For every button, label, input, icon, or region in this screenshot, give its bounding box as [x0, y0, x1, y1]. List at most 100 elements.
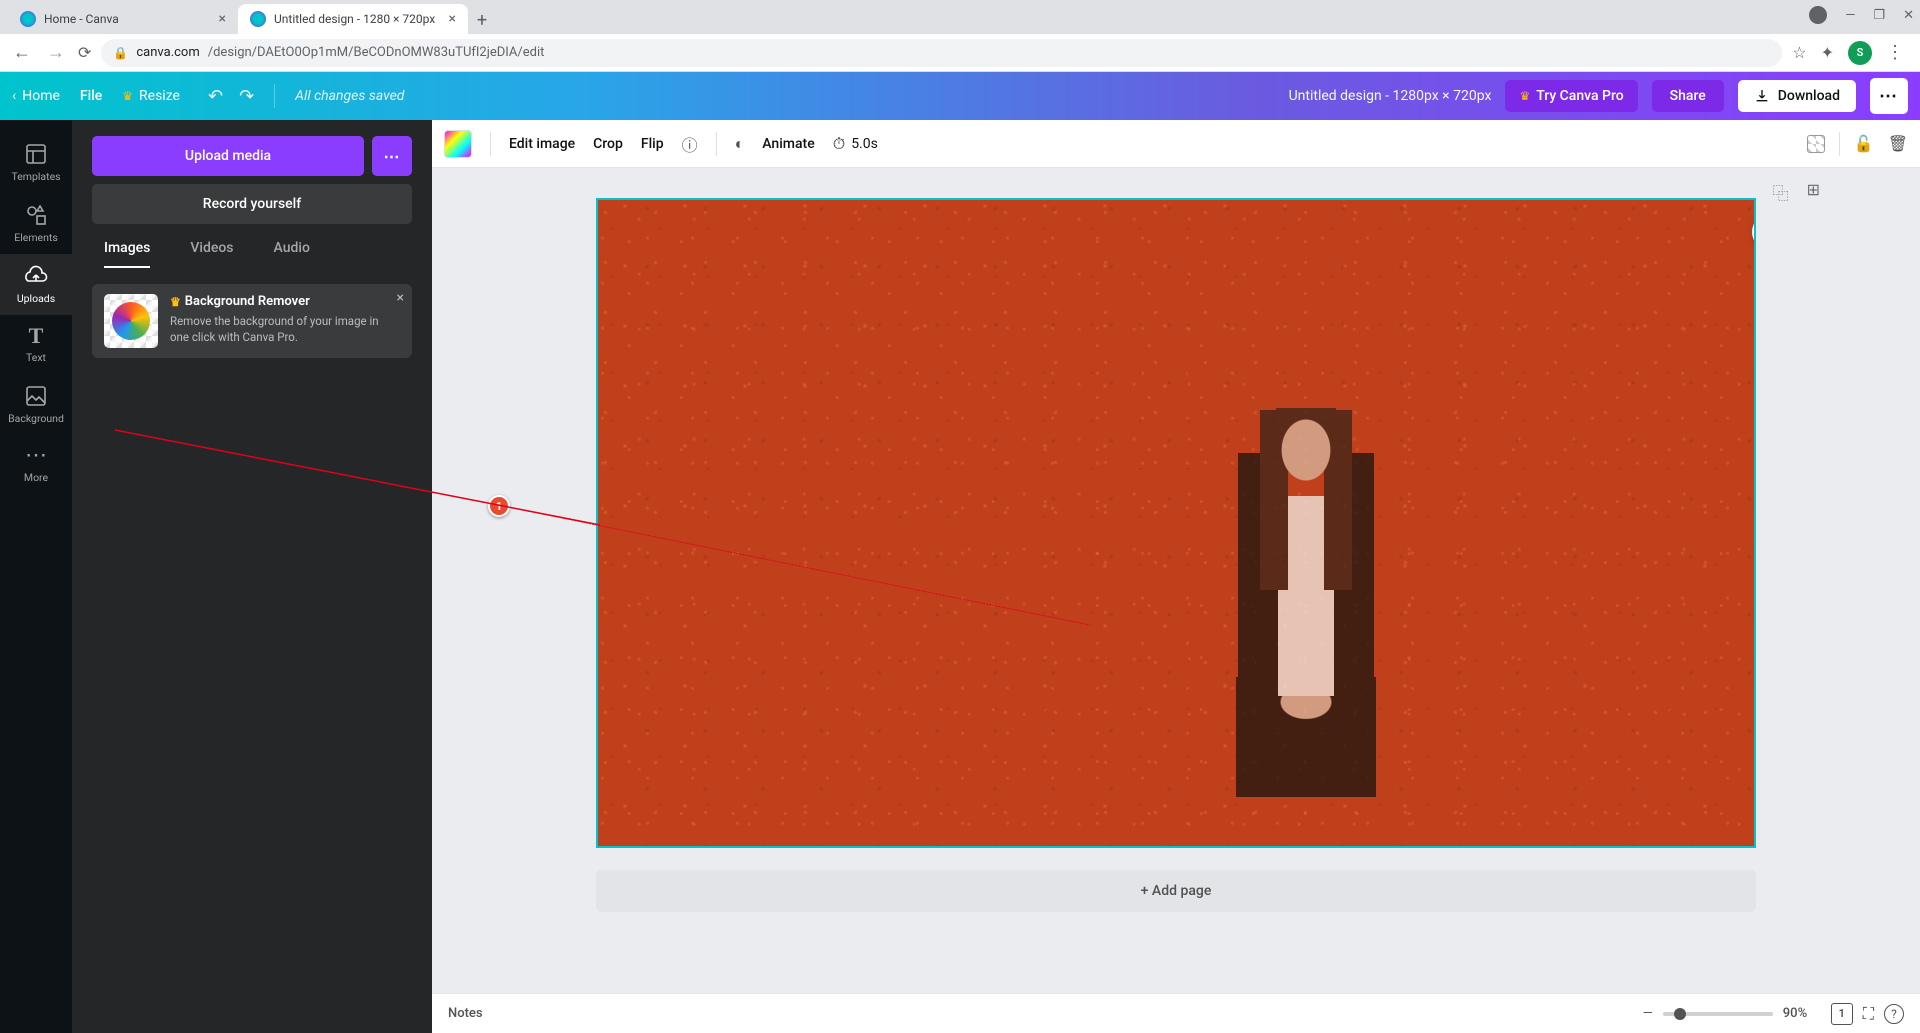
rail-background[interactable]: Background: [0, 374, 72, 435]
divider: [1839, 132, 1840, 156]
more-icon: ⋯: [25, 445, 47, 467]
zoom-value[interactable]: 90%: [1783, 1006, 1821, 1021]
browser-tab-home[interactable]: Home - Canva ×: [8, 4, 238, 34]
rail-label: More: [24, 471, 48, 484]
url-input[interactable]: 🔒 canva.com/design/DAEtO0Op1mM/BeCODnOMW…: [101, 39, 1782, 67]
rail-label: Templates: [11, 170, 60, 183]
color-picker[interactable]: [444, 130, 472, 158]
crown-icon: ♛: [170, 295, 181, 309]
add-page-button[interactable]: + Add page: [596, 870, 1756, 912]
browser-menu-icon[interactable]: ⋮: [1886, 42, 1904, 63]
crown-icon: ♛: [1519, 89, 1530, 103]
resize-button[interactable]: ♛ Resize: [122, 88, 180, 104]
rail-templates[interactable]: Templates: [0, 132, 72, 193]
info-icon[interactable]: ⓘ: [682, 132, 698, 156]
lock-icon: 🔒: [113, 46, 128, 60]
crop-button[interactable]: Crop: [593, 136, 623, 152]
back-icon[interactable]: ←: [10, 42, 34, 63]
tab-images[interactable]: Images: [104, 240, 150, 268]
try-canva-pro-button[interactable]: ♛ Try Canva Pro: [1505, 80, 1637, 112]
text-icon: T: [29, 325, 44, 347]
background-remover-promo[interactable]: ♛ Background Remover Remove the backgrou…: [92, 284, 412, 358]
animate-button[interactable]: Animate: [762, 136, 814, 152]
browser-tab-strip: Home - Canva × Untitled design - 1280 × …: [0, 0, 1920, 34]
duplicate-page-icon[interactable]: ⿻: [1773, 180, 1789, 204]
trash-icon[interactable]: 🗑: [1888, 134, 1908, 153]
share-button[interactable]: Share: [1652, 80, 1724, 112]
templates-icon: [24, 142, 48, 166]
promo-thumbnail: [104, 294, 158, 348]
tab-videos[interactable]: Videos: [190, 240, 233, 268]
zoom-thumb[interactable]: [1674, 1008, 1686, 1020]
incognito-icon: [1809, 6, 1827, 24]
help-icon[interactable]: ?: [1884, 1004, 1904, 1024]
promo-title-text: Background Remover: [185, 294, 310, 309]
new-tab-button[interactable]: +: [468, 6, 496, 34]
download-button[interactable]: Download: [1738, 80, 1856, 112]
canvas-area: Edit image Crop Flip ⓘ ◐ Animate ⏱ 5.0s …: [432, 120, 1920, 1033]
upload-media-button[interactable]: Upload media: [92, 136, 364, 176]
rail-uploads[interactable]: Uploads: [0, 254, 72, 315]
undo-icon[interactable]: ↶: [208, 86, 223, 107]
close-icon[interactable]: ×: [397, 290, 404, 306]
reload-icon[interactable]: ⟳: [78, 43, 91, 62]
divider: [716, 132, 717, 156]
home-link[interactable]: ‹ Home: [12, 88, 60, 104]
save-status: All changes saved: [295, 88, 404, 104]
rail-elements[interactable]: Elements: [0, 193, 72, 254]
zoom-slider[interactable]: [1663, 1012, 1773, 1016]
tab-audio[interactable]: Audio: [274, 240, 310, 268]
file-menu[interactable]: File: [80, 88, 102, 104]
zoom-out-icon[interactable]: —: [1643, 1006, 1653, 1021]
canvas-page[interactable]: ⟳: [596, 198, 1756, 848]
tool-rail: Templates Elements Uploads T Text Backgr…: [0, 120, 72, 1033]
profile-avatar[interactable]: S: [1848, 41, 1872, 65]
rail-label: Text: [26, 351, 46, 364]
rail-more[interactable]: ⋯ More: [0, 435, 72, 494]
redo-icon[interactable]: ↷: [239, 86, 254, 107]
animate-icon: ◐: [735, 134, 745, 154]
transparency-button[interactable]: [1807, 135, 1825, 153]
download-label: Download: [1778, 88, 1840, 104]
minimize-icon[interactable]: —: [1845, 8, 1855, 23]
lock-icon[interactable]: 🔓: [1854, 134, 1874, 153]
upload-more-button[interactable]: ⋯: [372, 136, 412, 176]
maximize-icon[interactable]: ❐: [1873, 8, 1885, 23]
rail-label: Background: [8, 412, 64, 425]
context-toolbar: Edit image Crop Flip ⓘ ◐ Animate ⏱ 5.0s …: [432, 120, 1920, 168]
add-page-icon[interactable]: ⊞: [1807, 180, 1820, 204]
zoom-controls: — 90% 1 ⛶ ?: [1643, 1003, 1904, 1025]
extensions-icon[interactable]: ✦: [1821, 43, 1834, 62]
person-image[interactable]: [1176, 396, 1436, 846]
bookmark-icon[interactable]: ☆: [1792, 43, 1806, 62]
flip-button[interactable]: Flip: [641, 136, 664, 152]
crown-icon: ♛: [122, 89, 133, 103]
rail-label: Elements: [14, 231, 58, 244]
canva-topbar: ‹ Home File ♛ Resize ↶ ↷ All changes sav…: [0, 72, 1920, 120]
main-layout: Templates Elements Uploads T Text Backgr…: [0, 120, 1920, 1033]
close-window-icon[interactable]: ✕: [1903, 8, 1914, 23]
close-icon[interactable]: ×: [219, 11, 226, 27]
record-yourself-button[interactable]: Record yourself: [92, 184, 412, 224]
close-icon[interactable]: ×: [449, 11, 456, 27]
document-title[interactable]: Untitled design - 1280px × 720px: [1289, 88, 1492, 104]
edit-image-button[interactable]: Edit image: [509, 136, 575, 152]
notes-button[interactable]: Notes: [448, 1006, 1643, 1021]
more-menu-button[interactable]: ⋯: [1870, 78, 1908, 114]
forward-icon[interactable]: →: [44, 42, 68, 63]
timing-button[interactable]: ⏱ 5.0s: [833, 134, 878, 154]
rail-label: Uploads: [17, 292, 55, 305]
browser-tab-design[interactable]: Untitled design - 1280 × 720px ×: [238, 4, 468, 34]
canva-favicon: [250, 11, 266, 27]
page-count-badge[interactable]: 1: [1831, 1003, 1853, 1025]
home-label: Home: [22, 88, 60, 104]
url-host: canva.com: [136, 45, 199, 60]
tab-title: Untitled design - 1280 × 720px: [274, 12, 435, 26]
resize-label: Resize: [139, 88, 180, 104]
divider: [274, 84, 275, 108]
canvas-stage[interactable]: ⿻ ⊞ ⟳ + Add page: [432, 168, 1920, 993]
url-path: /design/DAEtO0Op1mM/BeCODnOMW83uTUfI2jeD…: [208, 45, 545, 60]
rail-text[interactable]: T Text: [0, 315, 72, 374]
fullscreen-icon[interactable]: ⛶: [1863, 1004, 1874, 1024]
annotation-badge-1: 1: [488, 495, 510, 517]
